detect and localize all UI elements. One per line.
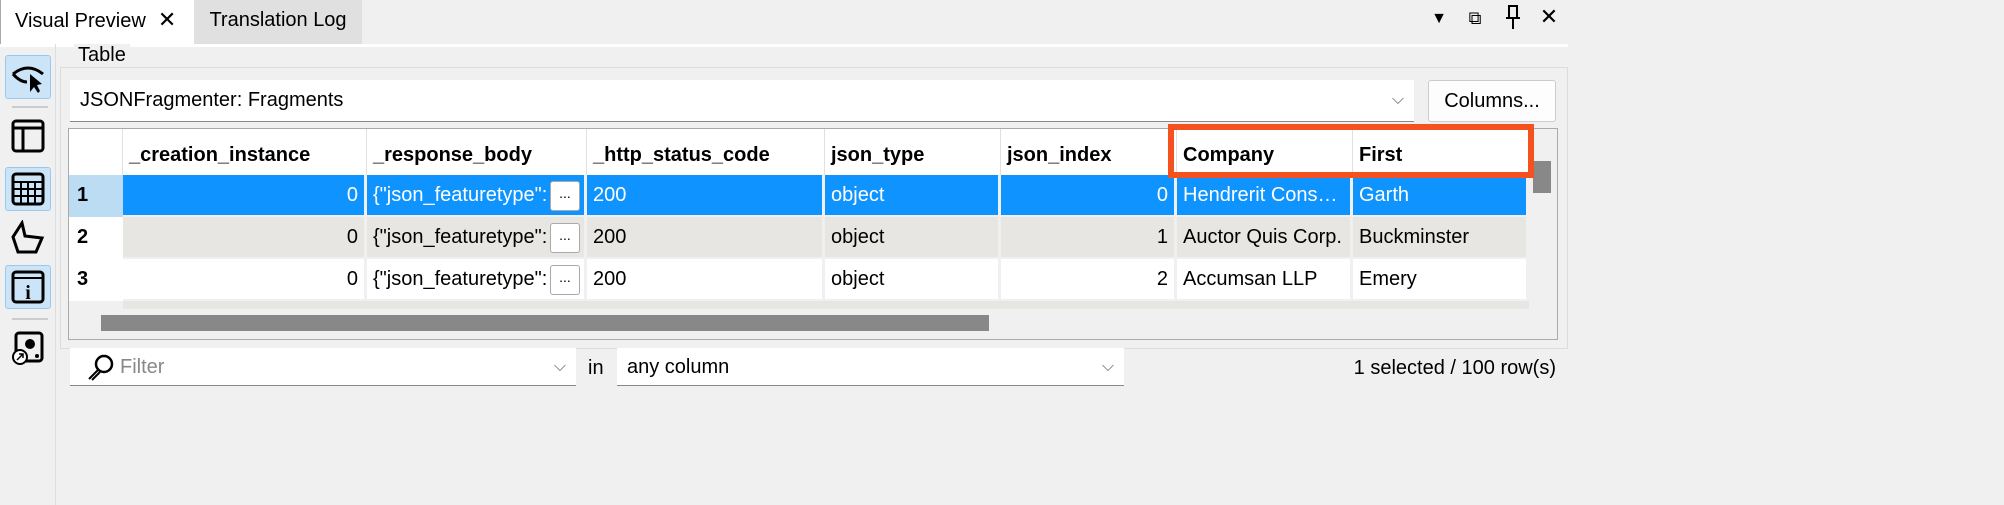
- table-grid-icon[interactable]: [5, 167, 51, 211]
- corner-header[interactable]: [69, 129, 123, 175]
- filter-input[interactable]: Filter ⌵: [70, 348, 576, 386]
- status-text: 1 selected / 100 row(s): [1353, 357, 1556, 379]
- source-select[interactable]: JSONFragmenter: Fragments ⌵: [70, 80, 1414, 122]
- expand-button[interactable]: ...: [550, 265, 580, 295]
- close-panel-icon[interactable]: ✕: [1534, 4, 1564, 30]
- table-cell[interactable]: 200: [587, 259, 822, 299]
- tab-label: Visual Preview: [15, 10, 146, 32]
- column-header[interactable]: _creation_instance: [123, 129, 367, 175]
- column-value: any column: [627, 356, 730, 378]
- partial-row: [123, 301, 1529, 309]
- chevron-down-icon: ⌵: [1101, 358, 1114, 375]
- group-label: Table: [74, 44, 130, 67]
- column-header[interactable]: _response_body: [367, 129, 587, 175]
- row-number[interactable]: 3: [69, 259, 123, 301]
- divider: [12, 106, 48, 108]
- svg-text:i: i: [25, 282, 31, 304]
- menu-dropdown-icon[interactable]: ▼: [1424, 10, 1454, 28]
- row-number[interactable]: 1: [69, 175, 123, 217]
- table-cell[interactable]: object: [825, 259, 998, 299]
- table-cell[interactable]: 1: [1001, 217, 1174, 257]
- table-cell[interactable]: Buckminster: [1353, 217, 1526, 257]
- table-cell[interactable]: 2: [1001, 259, 1174, 299]
- table-cell[interactable]: 0: [123, 259, 364, 299]
- polygon-icon[interactable]: [5, 216, 51, 260]
- table-cell[interactable]: Hendrerit Consectetuer: [1177, 175, 1350, 215]
- table-cell[interactable]: 0: [1001, 175, 1174, 215]
- chevron-down-icon: ⌵: [1391, 91, 1404, 108]
- horizontal-scrollbar[interactable]: [101, 315, 989, 331]
- float-icon[interactable]: ⧉: [1460, 8, 1490, 29]
- tab-label: Translation Log: [209, 9, 347, 31]
- tab-translation-log[interactable]: Translation Log: [194, 0, 362, 44]
- table-cell[interactable]: Emery: [1353, 259, 1526, 299]
- in-label: in: [588, 357, 604, 379]
- table-cell[interactable]: 0: [123, 175, 364, 215]
- eye-cursor-icon[interactable]: [5, 55, 51, 99]
- table-cell[interactable]: Accumsan LLP: [1177, 259, 1350, 299]
- pin-icon[interactable]: [1498, 4, 1528, 36]
- vertical-scrollbar[interactable]: [1533, 161, 1551, 193]
- table-cell[interactable]: 200: [587, 217, 822, 257]
- close-tab-icon[interactable]: ✕: [158, 7, 176, 32]
- table-cell[interactable]: object: [825, 217, 998, 257]
- table-cell[interactable]: Garth: [1353, 175, 1526, 215]
- table-cell[interactable]: 200: [587, 175, 822, 215]
- row-number[interactable]: 2: [69, 217, 123, 259]
- table-cell[interactable]: Auctor Quis Corp.: [1177, 217, 1350, 257]
- column-header[interactable]: _http_status_code: [587, 129, 825, 175]
- expand-button[interactable]: ...: [550, 223, 580, 253]
- column-header[interactable]: json_index: [1001, 129, 1177, 175]
- divider: [12, 318, 48, 320]
- chevron-down-icon[interactable]: ⌵: [554, 348, 566, 386]
- response-body-cell: ...: [367, 259, 584, 299]
- source-value: JSONFragmenter: Fragments: [80, 89, 344, 111]
- column-select[interactable]: any column ⌵: [617, 348, 1124, 386]
- expand-button[interactable]: ...: [550, 181, 580, 211]
- tab-visual-preview[interactable]: Visual Preview ✕: [0, 0, 194, 44]
- info-icon[interactable]: i: [5, 265, 51, 309]
- columns-button[interactable]: Columns...: [1428, 80, 1556, 122]
- disk-export-icon[interactable]: [5, 326, 51, 370]
- column-header[interactable]: json_type: [825, 129, 1001, 175]
- highlight-box: [1168, 124, 1534, 178]
- filter-placeholder: Filter: [120, 356, 165, 378]
- table-cell[interactable]: object: [825, 175, 998, 215]
- response-body-cell: ...: [367, 217, 584, 257]
- table-cell[interactable]: 0: [123, 217, 364, 257]
- response-body-cell: ...: [367, 175, 584, 215]
- layout-panel-icon[interactable]: [5, 114, 51, 158]
- search-icon: [88, 354, 114, 381]
